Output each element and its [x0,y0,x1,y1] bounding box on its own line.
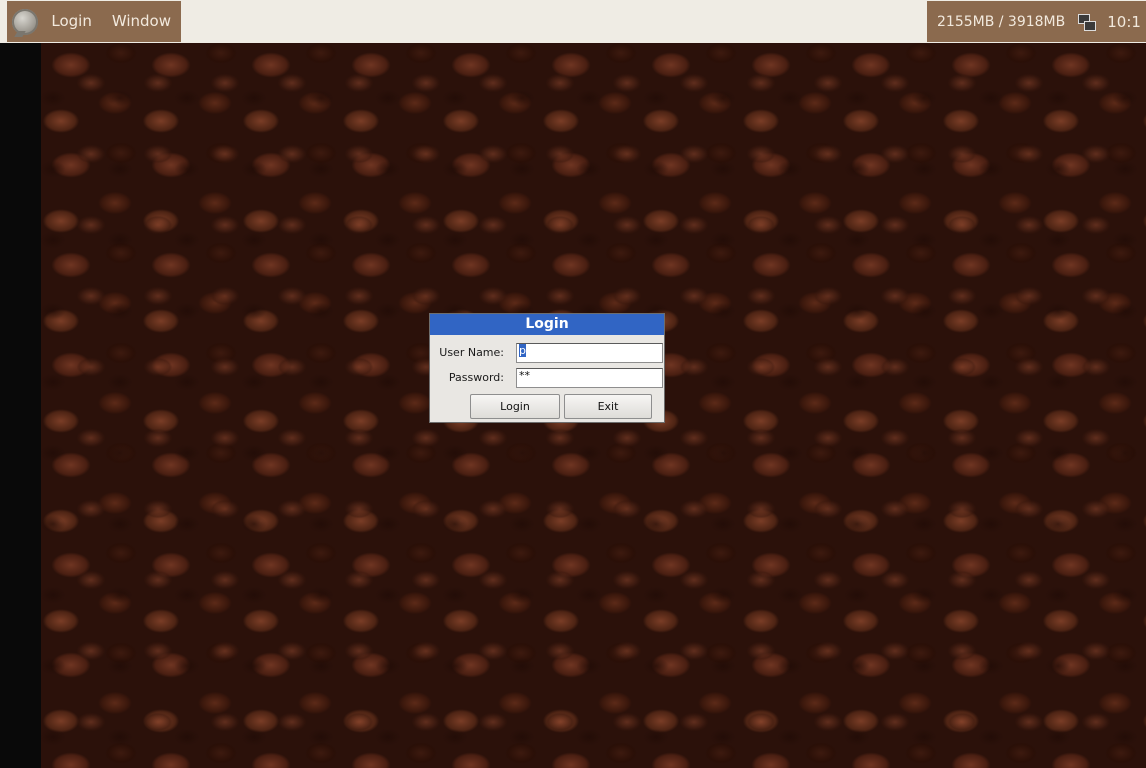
password-label: Password: [448,371,504,384]
password-row: Password: ** [430,368,666,390]
menu-window[interactable]: Window [102,1,181,42]
desktop: Login Window 2155MB / 3918MB 10:1 Login … [0,0,1146,768]
password-value: ** [519,369,530,382]
login-button[interactable]: Login [470,394,560,419]
network-icon[interactable] [1077,13,1097,31]
exit-button[interactable]: Exit [564,394,652,419]
left-strip [0,43,41,768]
login-dialog: Login User Name: p Password: ** Login Ex… [429,313,665,423]
password-field[interactable]: ** [516,368,663,388]
panel-right-section: 2155MB / 3918MB 10:1 [927,1,1146,42]
username-label: User Name: [439,346,504,359]
menu-login[interactable]: Login [41,1,101,42]
app-menu-icon[interactable] [9,5,41,39]
dialog-title: Login [430,314,664,335]
username-field[interactable]: p [516,343,663,363]
top-panel: Login Window 2155MB / 3918MB 10:1 [0,0,1146,43]
app-menu-icon-glyph [12,8,39,35]
memory-usage: 2155MB / 3918MB [937,13,1066,30]
clock[interactable]: 10:1 [1107,13,1141,31]
username-row: User Name: p [430,343,666,365]
username-value: p [519,344,526,357]
panel-left-section: Login Window [7,1,181,42]
